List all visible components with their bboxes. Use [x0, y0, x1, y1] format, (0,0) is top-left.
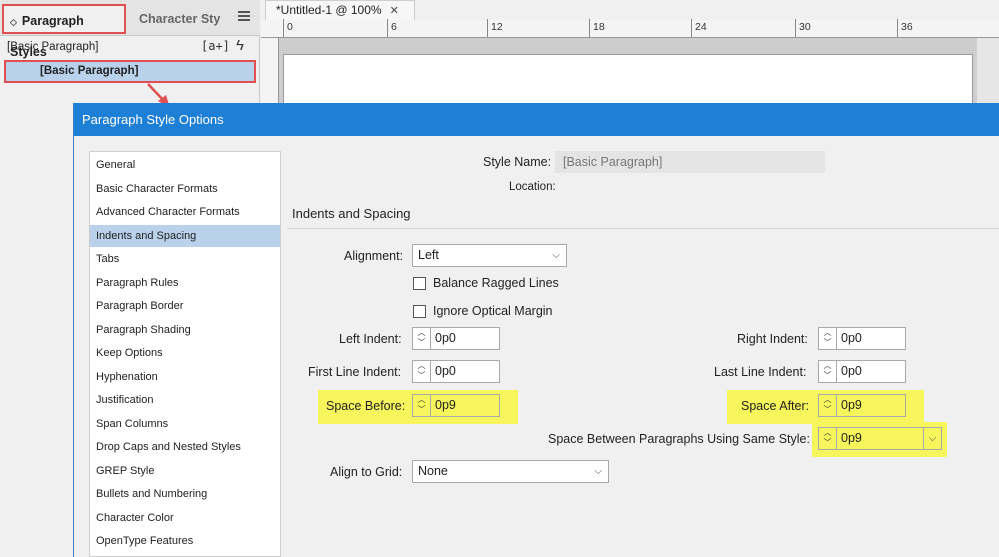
lightning-bolt-icon[interactable]: ϟ [236, 37, 244, 54]
section-divider [287, 228, 999, 229]
spinner-arrows-icon[interactable]: ︿ ﹀ [819, 328, 837, 349]
spinner-arrows-icon[interactable]: ︿ ﹀ [819, 361, 837, 382]
ruler-tick [487, 19, 488, 37]
panel-tab-bar: ◇ Paragraph Styles Character Sty [0, 0, 260, 59]
right-indent-label: Right Indent: [737, 332, 808, 346]
ruler-label: 12 [491, 21, 503, 33]
spinner-arrows-icon[interactable]: ︿ ﹀ [819, 428, 837, 449]
first-line-indent-label: First Line Indent: [308, 365, 402, 379]
ruler-label: 18 [593, 21, 605, 33]
left-indent-stepper[interactable]: ︿ ﹀ 0p0 [412, 327, 500, 350]
ruler-label: 24 [695, 21, 707, 33]
section-title: Indents and Spacing [292, 206, 411, 221]
sidebar-item-basic-character-formats[interactable]: Basic Character Formats [90, 178, 280, 200]
last-line-indent-stepper[interactable]: ︿ ﹀ 0p0 [818, 360, 906, 383]
spinner-arrows-icon[interactable]: ︿ ﹀ [413, 361, 431, 382]
horizontal-ruler: 0 6 12 18 24 30 36 [261, 19, 999, 38]
sidebar-item-advanced-character-formats[interactable]: Advanced Character Formats [90, 201, 280, 223]
last-line-indent-label: Last Line Indent: [714, 365, 807, 379]
space-between-stepper[interactable]: ︿ ﹀ 0p9 ⌵ [818, 427, 942, 450]
right-indent-stepper[interactable]: ︿ ﹀ 0p0 [818, 327, 906, 350]
sidebar-item-paragraph-shading[interactable]: Paragraph Shading [90, 319, 280, 341]
align-to-grid-label: Align to Grid: [330, 465, 403, 479]
ruler-tick [283, 19, 284, 37]
align-to-grid-dropdown[interactable]: None ⌵ [412, 460, 609, 483]
space-after-label: Space After: [741, 399, 810, 413]
new-style-icon[interactable]: [a+] [201, 39, 230, 53]
location-label: Location: [509, 181, 556, 193]
space-after-stepper[interactable]: ︿ ﹀ 0p9 [818, 394, 906, 417]
ruler-label: 6 [391, 21, 397, 33]
options-sidebar: General Basic Character Formats Advanced… [89, 151, 281, 557]
sidebar-item-character-color[interactable]: Character Color [90, 507, 280, 529]
space-before-stepper[interactable]: ︿ ﹀ 0p9 [412, 394, 500, 417]
ruler-label: 36 [901, 21, 913, 33]
collapse-chevron-icon[interactable]: ◇ [10, 17, 17, 27]
sidebar-item-general[interactable]: General [90, 154, 280, 176]
ruler-tick [795, 19, 796, 37]
first-line-indent-stepper[interactable]: ︿ ﹀ 0p0 [412, 360, 500, 383]
paragraph-style-options-dialog: Paragraph Style Options General Basic Ch… [73, 103, 999, 557]
chevron-down-icon: ⌵ [552, 250, 560, 261]
sidebar-item-span-columns[interactable]: Span Columns [90, 413, 280, 435]
space-between-label: Space Between Paragraphs Using Same Styl… [548, 432, 810, 446]
ruler-label: 30 [799, 21, 811, 33]
sidebar-item-paragraph-border[interactable]: Paragraph Border [90, 295, 280, 317]
align-to-grid-value: None [418, 464, 448, 478]
alignment-label: Alignment: [344, 249, 404, 263]
dialog-title: Paragraph Style Options [74, 103, 999, 136]
balance-ragged-lines-checkbox[interactable] [413, 277, 426, 290]
style-name-field[interactable]: [Basic Paragraph] [555, 151, 825, 173]
tab-character-styles[interactable]: Character Sty [130, 4, 230, 34]
sidebar-item-justification[interactable]: Justification [90, 389, 280, 411]
sidebar-item-bullets-and-numbering[interactable]: Bullets and Numbering [90, 483, 280, 505]
style-list-item[interactable]: [Basic Paragraph] [4, 60, 256, 83]
current-style-label: [Basic Paragraph] [7, 41, 99, 53]
sidebar-item-keep-options[interactable]: Keep Options [90, 342, 280, 364]
ruler-tick [691, 19, 692, 37]
current-style-row: [Basic Paragraph] [a+] ϟ [0, 36, 260, 58]
sidebar-item-indents-and-spacing[interactable]: Indents and Spacing [90, 224, 280, 247]
sidebar-item-paragraph-rules[interactable]: Paragraph Rules [90, 272, 280, 294]
style-name-label: Style Name: [483, 155, 552, 169]
sidebar-item-tabs[interactable]: Tabs [90, 248, 280, 270]
alignment-dropdown[interactable]: Left ⌵ [412, 244, 567, 267]
close-icon[interactable]: ✕ [390, 5, 399, 17]
spinner-arrows-icon[interactable]: ︿ ﹀ [819, 395, 837, 416]
sidebar-item-opentype-features[interactable]: OpenType Features [90, 530, 280, 552]
document-tab[interactable]: *Untitled-1 @ 100% ✕ [265, 0, 415, 20]
sidebar-item-hyphenation[interactable]: Hyphenation [90, 366, 280, 388]
ruler-label: 0 [287, 21, 293, 33]
panel-menu-icon[interactable] [238, 11, 250, 21]
space-before-label: Space Before: [326, 399, 406, 413]
balance-ragged-lines-label: Balance Ragged Lines [433, 276, 559, 290]
ignore-optical-margin-checkbox[interactable] [413, 305, 426, 318]
options-content: Style Name: [Basic Paragraph] Location: … [281, 136, 999, 557]
chevron-down-icon[interactable]: ⌵ [923, 428, 941, 449]
ruler-tick [897, 19, 898, 37]
ignore-optical-margin-label: Ignore Optical Margin [433, 304, 553, 318]
chevron-down-icon: ⌵ [594, 466, 602, 477]
sidebar-item-grep-style[interactable]: GREP Style [90, 460, 280, 482]
alignment-value: Left [418, 248, 439, 262]
ruler-tick [589, 19, 590, 37]
ruler-tick [387, 19, 388, 37]
tab-paragraph-styles[interactable]: ◇ Paragraph Styles [2, 4, 126, 59]
spinner-arrows-icon[interactable]: ︿ ﹀ [413, 328, 431, 349]
spinner-arrows-icon[interactable]: ︿ ﹀ [413, 395, 431, 416]
left-indent-label: Left Indent: [339, 332, 402, 346]
sidebar-item-drop-caps[interactable]: Drop Caps and Nested Styles [90, 436, 280, 458]
